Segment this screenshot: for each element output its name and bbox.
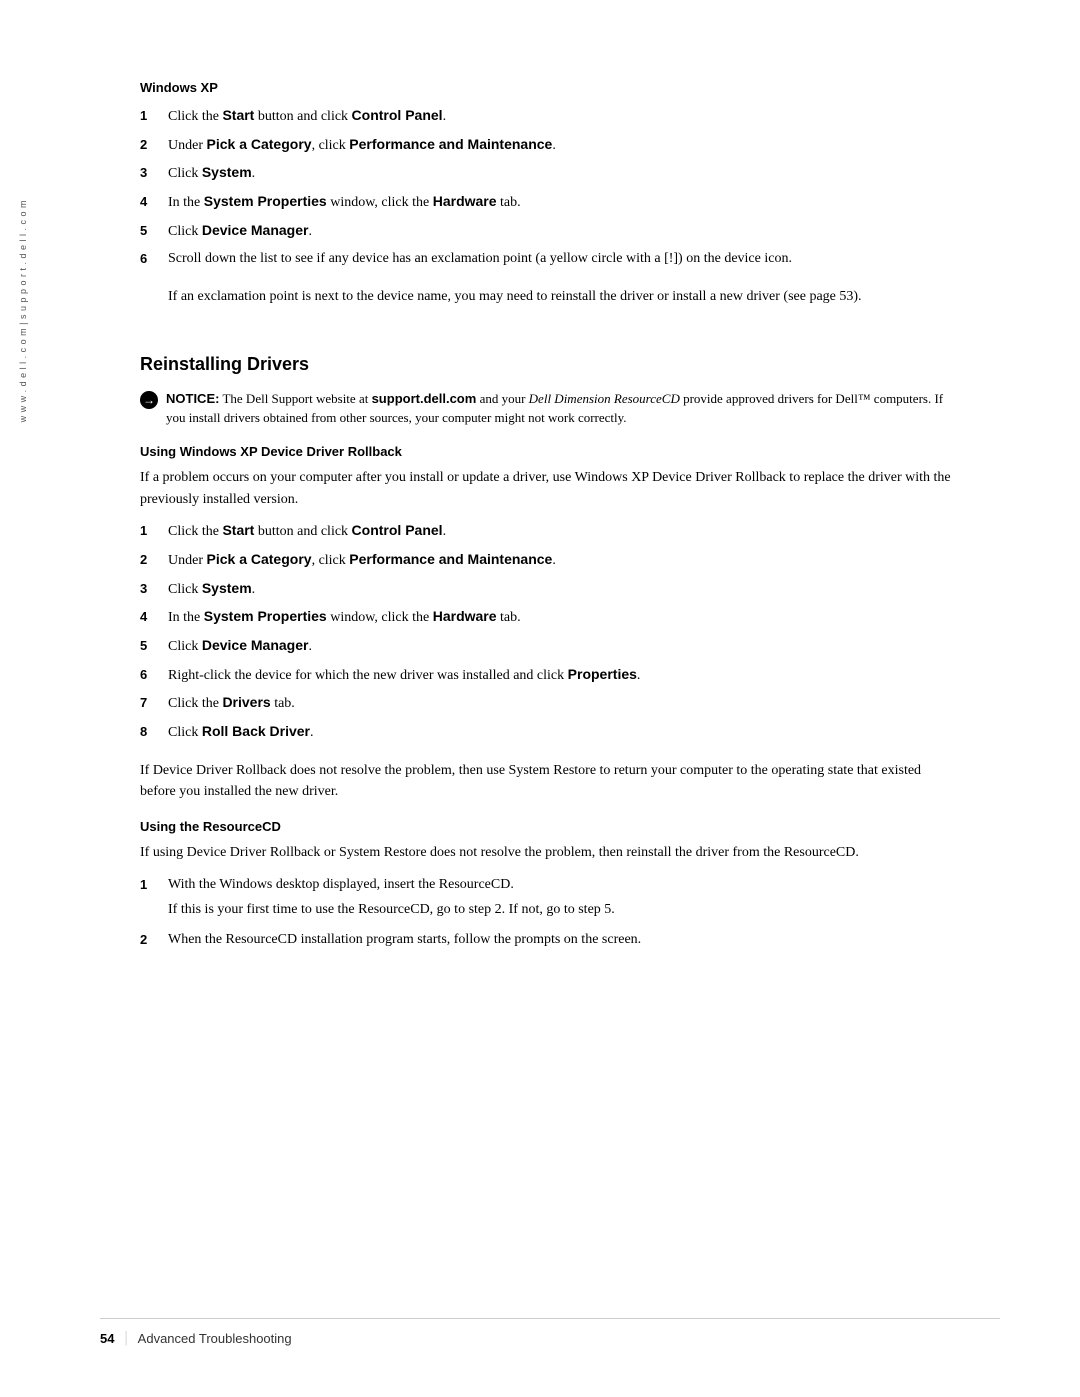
rollback-outro: If Device Driver Rollback does not resol… (140, 760, 960, 803)
resourcecd-step1-note: If this is your first time to use the Re… (168, 899, 960, 921)
list-item: 1 Click the Start button and click Contr… (140, 520, 960, 543)
list-item: 6 Right-click the device for which the n… (140, 664, 960, 687)
list-item: 1 Click the Start button and click Contr… (140, 105, 960, 128)
rollback-subsection: Using Windows XP Device Driver Rollback … (140, 444, 960, 803)
main-content: Windows XP 1 Click the Start button and … (140, 80, 960, 951)
list-item: 4 In the System Properties window, click… (140, 606, 960, 629)
page-container: w w w . d e l l . c o m | s u p p o r t … (0, 0, 1080, 1397)
list-item: 1 With the Windows desktop displayed, in… (140, 874, 960, 921)
reinstalling-heading: Reinstalling Drivers (140, 354, 960, 375)
notice-icon: → (140, 391, 158, 409)
rollback-heading: Using Windows XP Device Driver Rollback (140, 444, 960, 459)
page-footer: 54 | Advanced Troubleshooting (100, 1318, 1000, 1347)
windows-xp-heading: Windows XP (140, 80, 960, 95)
rollback-steps: 1 Click the Start button and click Contr… (140, 520, 960, 744)
list-item: 2 When the ResourceCD installation progr… (140, 929, 960, 951)
notice-text: NOTICE: The Dell Support website at supp… (166, 389, 960, 428)
notice-box: → NOTICE: The Dell Support website at su… (140, 389, 960, 428)
list-item: 3 Click System. (140, 578, 960, 601)
windows-xp-note: If an exclamation point is next to the d… (168, 286, 960, 308)
windows-xp-section: Windows XP 1 Click the Start button and … (140, 80, 960, 308)
footer-section-text: Advanced Troubleshooting (138, 1331, 292, 1346)
list-item: 3 Click System. (140, 162, 960, 185)
list-item: 8 Click Roll Back Driver. (140, 721, 960, 744)
list-item: 2 Under Pick a Category, click Performan… (140, 134, 960, 157)
list-item: 2 Under Pick a Category, click Performan… (140, 549, 960, 572)
list-item: 5 Click Device Manager. (140, 220, 960, 243)
rollback-intro: If a problem occurs on your computer aft… (140, 467, 960, 510)
list-item: 6 Scroll down the list to see if any dev… (140, 248, 960, 270)
resourcecd-heading: Using the ResourceCD (140, 819, 960, 834)
windows-xp-steps: 1 Click the Start button and click Contr… (140, 105, 960, 270)
list-item: 5 Click Device Manager. (140, 635, 960, 658)
sidebar-watermark: w w w . d e l l . c o m | s u p p o r t … (18, 200, 28, 422)
list-item: 4 In the System Properties window, click… (140, 191, 960, 214)
list-item: 7 Click the Drivers tab. (140, 692, 960, 715)
page-number: 54 (100, 1331, 114, 1346)
resourcecd-subsection: Using the ResourceCD If using Device Dri… (140, 819, 960, 951)
footer-separator: | (124, 1329, 127, 1347)
resourcecd-steps: 1 With the Windows desktop displayed, in… (140, 874, 960, 951)
reinstalling-drivers-section: Reinstalling Drivers → NOTICE: The Dell … (140, 354, 960, 951)
resourcecd-intro: If using Device Driver Rollback or Syste… (140, 842, 960, 864)
